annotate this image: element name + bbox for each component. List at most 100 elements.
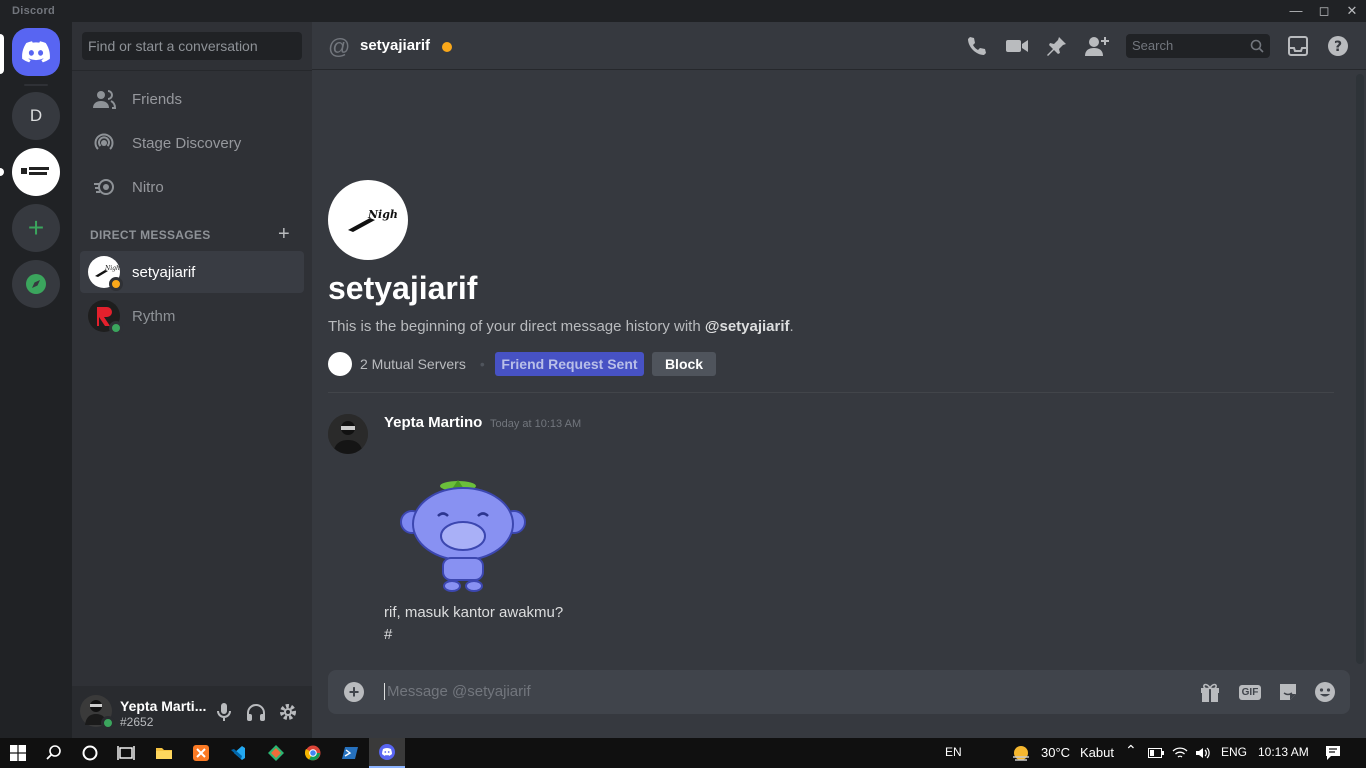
scrollbar[interactable]: [1356, 74, 1364, 664]
create-dm-button[interactable]: +: [278, 223, 290, 246]
gear-icon: [280, 704, 296, 720]
username: Yepta Marti...: [120, 698, 206, 714]
desc-prefix: This is the beginning of your direct mes…: [328, 318, 705, 335]
gif-button[interactable]: GIF: [1238, 680, 1262, 704]
online-status-icon: [101, 716, 115, 730]
git-icon: [268, 745, 284, 761]
emoji-button[interactable]: [1313, 680, 1337, 704]
app-name: Discord: [12, 5, 56, 17]
chevron-up-icon[interactable]: ⌃: [1125, 742, 1137, 759]
message-text: #: [384, 626, 393, 643]
chat-area: @ setyajiarif Search ? Night setyajiarif…: [312, 22, 1366, 738]
pinned-messages-button[interactable]: [1045, 34, 1069, 58]
notifications-icon[interactable]: [1325, 745, 1341, 761]
wifi-icon[interactable]: [1172, 746, 1188, 760]
server-d-letter: D: [29, 106, 43, 125]
avatar[interactable]: [80, 695, 115, 730]
vscode-icon: [231, 746, 245, 760]
help-icon: ?: [1328, 36, 1348, 56]
nav-stage-discovery[interactable]: Stage Discovery: [80, 122, 304, 164]
help-button[interactable]: ?: [1326, 34, 1350, 58]
sourcetree-app[interactable]: [258, 738, 294, 768]
chrome-app[interactable]: [295, 738, 331, 768]
sticker-icon: [1280, 684, 1296, 700]
message-text: rif, masuk kantor awakmu?: [384, 604, 564, 621]
folder-icon: [156, 748, 172, 759]
xampp-app[interactable]: [183, 738, 219, 768]
page-title: setyajiarif: [360, 37, 431, 54]
search-icon: [1250, 39, 1264, 53]
start-button[interactable]: [0, 738, 36, 768]
battery-icon[interactable]: [1148, 748, 1164, 758]
weather-icon: [1013, 746, 1029, 761]
svg-text:Night: Night: [104, 265, 120, 272]
dot-separator: •: [479, 356, 485, 372]
vscode-app[interactable]: [220, 738, 256, 768]
search-icon: [46, 745, 61, 760]
nav-friends[interactable]: Friends: [80, 78, 304, 120]
weather-temperature[interactable]: 30°C: [1041, 745, 1070, 760]
friend-request-sent-button[interactable]: Friend Request Sent: [495, 352, 644, 376]
clock[interactable]: 10:13 AM: [1258, 745, 1309, 759]
sticker-button[interactable]: [1276, 680, 1300, 704]
maximize-button[interactable]: ◻: [1313, 2, 1335, 20]
dm-item-setyajiarif[interactable]: Night setyajiarif: [80, 251, 304, 293]
at-icon: @: [328, 34, 351, 59]
minimize-button[interactable]: —: [1285, 2, 1307, 20]
task-view-button[interactable]: [108, 738, 144, 768]
emoji-icon: [1315, 682, 1335, 702]
gift-button[interactable]: [1198, 680, 1222, 704]
dm-item-label: setyajiarif: [132, 263, 196, 281]
message-author[interactable]: Yepta Martino: [384, 414, 482, 431]
cortana-button[interactable]: [72, 738, 108, 768]
idle-status-icon: [442, 42, 452, 52]
input-language-short[interactable]: EN: [945, 745, 962, 759]
nav-nitro[interactable]: Nitro: [80, 166, 304, 208]
divider: [328, 392, 1334, 393]
inbox-button[interactable]: [1286, 34, 1310, 58]
nitro-icon: [92, 175, 116, 199]
dm-item-label: Rythm: [132, 307, 176, 325]
terminal-icon: [342, 747, 358, 759]
video-call-button[interactable]: [1005, 34, 1029, 58]
mute-button[interactable]: [212, 700, 236, 724]
svg-text:Night: Night: [367, 208, 398, 221]
server-d[interactable]: D: [12, 92, 60, 140]
block-button[interactable]: Block: [652, 352, 716, 376]
home-button[interactable]: [12, 28, 60, 76]
mutual-servers-link[interactable]: 2 Mutual Servers •: [328, 352, 499, 376]
find-conversation-input[interactable]: Find or start a conversation: [82, 32, 302, 60]
explore-servers-button[interactable]: [12, 260, 60, 308]
pin-icon: [1047, 37, 1066, 56]
voice-call-button[interactable]: [965, 34, 989, 58]
plus-icon: +: [278, 223, 290, 245]
dm-item-rythm[interactable]: Rythm: [80, 295, 304, 337]
deafen-button[interactable]: [244, 700, 268, 724]
xampp-icon: [193, 745, 209, 761]
server-tirona[interactable]: [12, 148, 60, 196]
input-language[interactable]: ENG: [1221, 745, 1247, 759]
gift-icon: [1201, 683, 1219, 702]
desc-handle: @setyajiarif: [704, 318, 790, 335]
close-button[interactable]: ✕: [1341, 2, 1363, 20]
avatar: Night: [88, 256, 123, 291]
mutual-servers-label: 2 Mutual Servers: [360, 356, 466, 372]
search-taskbar-button[interactable]: [36, 738, 72, 768]
online-status-icon: [109, 321, 123, 335]
add-friends-to-dm-button[interactable]: [1085, 34, 1109, 58]
discord-icon: [379, 744, 395, 760]
user-settings-button[interactable]: [276, 700, 300, 724]
avatar[interactable]: [328, 414, 368, 454]
discord-app[interactable]: [369, 738, 405, 768]
message-composer: + Message @setyajiarif GIF: [328, 670, 1350, 714]
file-explorer-app[interactable]: [146, 738, 182, 768]
add-server-button[interactable]: +: [12, 204, 60, 252]
powershell-app[interactable]: [332, 738, 368, 768]
message-input[interactable]: Message @setyajiarif: [384, 683, 531, 700]
search-input[interactable]: Search: [1126, 34, 1270, 58]
wumpus-sticker: [400, 480, 526, 592]
upload-button[interactable]: +: [344, 682, 364, 702]
windows-icon: [10, 745, 26, 761]
weather-description[interactable]: Kabut: [1080, 745, 1114, 760]
volume-icon[interactable]: [1195, 746, 1211, 760]
